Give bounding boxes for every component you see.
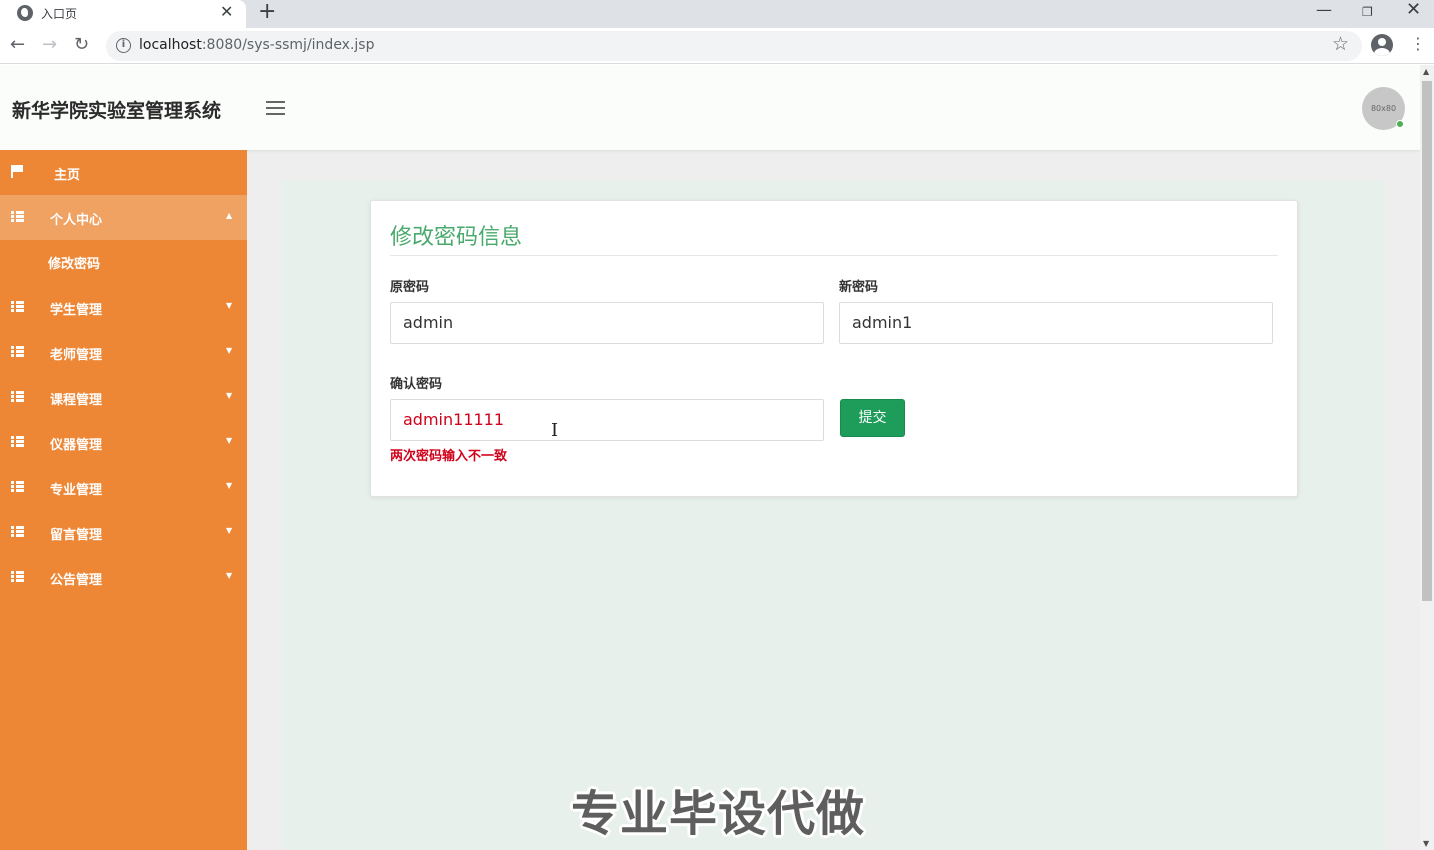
window-close-icon[interactable]: ✕	[1406, 0, 1421, 20]
sidebar-item-instruments[interactable]: 仪器管理 ▼	[0, 420, 247, 465]
tab-title: 入口页	[41, 7, 78, 21]
url-text: localhost:8080/sys-ssmj/index.jsp	[139, 37, 375, 53]
browser-tab[interactable]: 入口页 ✕	[0, 0, 246, 28]
forward-icon[interactable]: →	[42, 34, 57, 56]
old-password-input[interactable]: admin	[390, 302, 824, 344]
bookmark-star-icon[interactable]: ☆	[1332, 33, 1349, 55]
hamburger-menu-icon[interactable]	[266, 101, 285, 115]
grid-icon	[11, 481, 24, 492]
submit-button[interactable]: 提交	[840, 399, 905, 437]
sidebar-item-students[interactable]: 学生管理 ▼	[0, 285, 247, 330]
app-brand: 新华学院实验室管理系统	[12, 100, 222, 122]
sidebar-item-home[interactable]: 主页	[0, 150, 247, 195]
browser-menu-icon[interactable]: ⋮	[1410, 34, 1426, 54]
grid-icon	[11, 301, 24, 312]
sidebar-item-label: 老师管理	[50, 348, 103, 363]
caret-down-icon: ▼	[226, 301, 233, 310]
new-tab-icon[interactable]: +	[258, 0, 276, 24]
sidebar-subitem-label: 修改密码	[48, 257, 101, 272]
new-password-input[interactable]: admin1	[839, 302, 1273, 344]
app-header: 新华学院实验室管理系统 80x80	[0, 65, 1420, 150]
caret-down-icon: ▼	[226, 346, 233, 355]
minimize-icon[interactable]: —	[1316, 0, 1332, 20]
page-scrollbar[interactable]: ▲ ▼	[1420, 65, 1434, 850]
text-cursor-icon: I	[551, 420, 559, 441]
sidebar-item-majors[interactable]: 专业管理 ▼	[0, 465, 247, 510]
browser-tab-strip: 入口页 ✕ + — ❐ ✕	[0, 0, 1434, 28]
globe-icon	[17, 5, 33, 21]
caret-down-icon: ▼	[226, 481, 233, 490]
confirm-password-label: 确认密码	[390, 377, 443, 392]
grid-icon	[11, 346, 24, 357]
scrollbar-thumb[interactable]	[1422, 81, 1432, 601]
url-path: :8080/sys-ssmj/index.jsp	[201, 37, 375, 53]
sidebar-item-label: 课程管理	[50, 393, 103, 408]
sidebar: 主页 个人中心 ▲ 修改密码 学生管理 ▼ 老师管理 ▼ 课程管理 ▼ 仪器管理	[0, 150, 247, 850]
flag-icon	[11, 165, 23, 178]
scroll-down-icon[interactable]: ▼	[1423, 839, 1429, 848]
scroll-up-icon[interactable]: ▲	[1423, 67, 1429, 76]
change-password-card: 修改密码信息 原密码 admin 新密码 admin1 确认密码 admin11…	[370, 200, 1298, 497]
caret-down-icon: ▼	[226, 526, 233, 535]
close-tab-icon[interactable]: ✕	[220, 2, 233, 21]
sidebar-subitem-change-password[interactable]: 修改密码	[0, 240, 247, 284]
info-icon[interactable]: i	[116, 38, 131, 53]
caret-up-icon: ▲	[226, 211, 233, 220]
sidebar-item-announcements[interactable]: 公告管理 ▼	[0, 555, 247, 600]
confirm-password-input[interactable]: admin11111	[390, 399, 824, 441]
sidebar-item-label: 个人中心	[50, 213, 103, 228]
password-mismatch-error: 两次密码输入不一致	[390, 449, 508, 464]
sidebar-item-teachers[interactable]: 老师管理 ▼	[0, 330, 247, 375]
grid-icon	[11, 571, 24, 582]
grid-icon	[11, 391, 24, 402]
restore-icon[interactable]: ❐	[1362, 2, 1373, 22]
sidebar-item-messages[interactable]: 留言管理 ▼	[0, 510, 247, 555]
card-title: 修改密码信息	[390, 225, 523, 250]
grid-icon	[11, 211, 24, 222]
sidebar-item-courses[interactable]: 课程管理 ▼	[0, 375, 247, 420]
sidebar-item-label: 留言管理	[50, 528, 103, 543]
old-password-label: 原密码	[390, 280, 430, 295]
caret-down-icon: ▼	[226, 391, 233, 400]
sidebar-item-label: 主页	[54, 168, 81, 183]
grid-icon	[11, 436, 24, 447]
sidebar-item-label: 仪器管理	[50, 438, 103, 453]
online-status-dot	[1396, 120, 1404, 128]
grid-icon	[11, 526, 24, 537]
profile-icon[interactable]	[1371, 34, 1393, 56]
sidebar-item-label: 学生管理	[50, 303, 103, 318]
watermark-text: 专业毕设代做	[571, 786, 866, 842]
caret-down-icon: ▼	[226, 436, 233, 445]
url-host: localhost	[139, 37, 202, 53]
browser-toolbar: ← → ↻ i localhost:8080/sys-ssmj/index.js…	[0, 28, 1434, 64]
title-divider	[390, 255, 1278, 256]
sidebar-item-label: 专业管理	[50, 483, 103, 498]
sidebar-item-label: 公告管理	[50, 573, 103, 588]
sidebar-item-personal-center[interactable]: 个人中心 ▲	[0, 195, 247, 240]
main-content: 修改密码信息 原密码 admin 新密码 admin1 确认密码 admin11…	[282, 180, 1385, 850]
address-bar[interactable]: i localhost:8080/sys-ssmj/index.jsp ☆	[106, 31, 1362, 61]
new-password-label: 新密码	[839, 280, 879, 295]
caret-down-icon: ▼	[226, 571, 233, 580]
back-icon[interactable]: ←	[10, 34, 25, 56]
page-viewport: 新华学院实验室管理系统 80x80 主页 个人中心 ▲ 修改密码 学生管理 ▼ …	[0, 65, 1420, 850]
reload-icon[interactable]: ↻	[74, 34, 89, 56]
